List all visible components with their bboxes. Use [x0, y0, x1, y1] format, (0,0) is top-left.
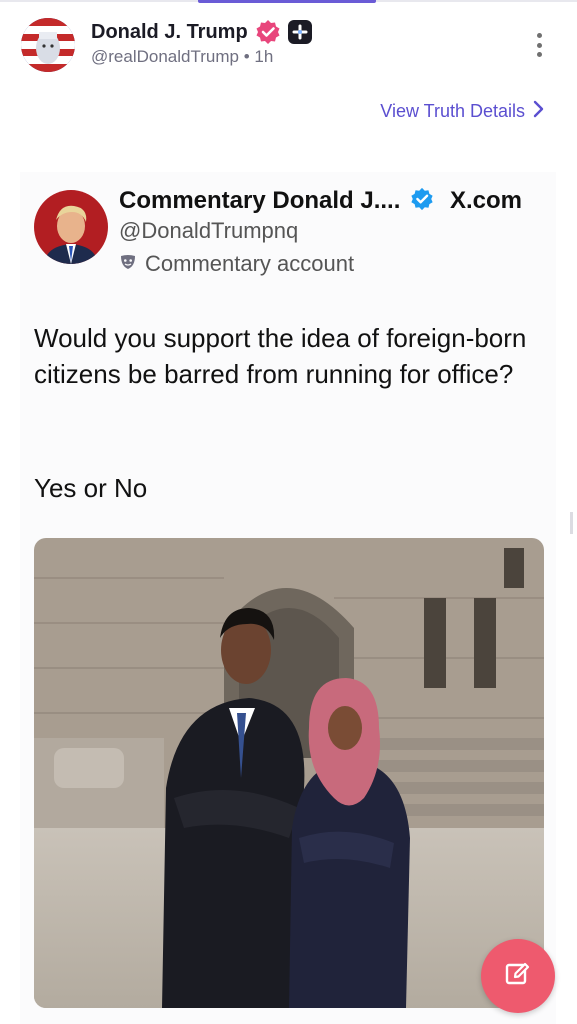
quoted-avatar: [34, 190, 108, 264]
compose-icon: [503, 959, 533, 994]
handle-row: @realDonaldTrump • 1h: [91, 47, 273, 67]
display-name[interactable]: Donald J. Trump: [91, 21, 248, 44]
source-label: X.com: [450, 187, 523, 214]
commentary-account-label: Commentary account: [145, 251, 355, 276]
active-tab-indicator: [198, 0, 376, 3]
chevron-right-icon: [533, 100, 545, 123]
post-time: 1h: [254, 47, 274, 66]
view-truth-details-link[interactable]: View Truth Details: [380, 100, 545, 123]
verified-badge-icon: [255, 19, 281, 45]
avatar[interactable]: [21, 18, 75, 72]
more-vertical-icon[interactable]: [530, 33, 548, 57]
scroll-indicator: [570, 512, 573, 534]
quoted-name-row: Commentary Donald J....: [119, 185, 434, 217]
quoted-handle: @DonaldTrumpnq: [119, 218, 299, 243]
quoted-post-text-answer: Yes or No: [34, 473, 148, 503]
compose-button[interactable]: [481, 939, 555, 1013]
verified-blue-icon: [410, 187, 434, 216]
post-image[interactable]: [34, 538, 544, 1008]
view-truth-details-label: View Truth Details: [380, 101, 525, 121]
separator-dot: •: [243, 47, 250, 66]
quoted-post-text: Would you support the idea of foreign-bo…: [34, 323, 527, 389]
commentary-account-row: Commentary account: [119, 251, 354, 277]
plus-badge-icon: [287, 20, 312, 44]
post-header-name-row: Donald J. Trump: [91, 18, 312, 46]
quoted-name: Commentary Donald J....: [119, 187, 401, 214]
mask-icon: [119, 251, 137, 277]
handle[interactable]: @realDonaldTrump: [91, 47, 239, 66]
